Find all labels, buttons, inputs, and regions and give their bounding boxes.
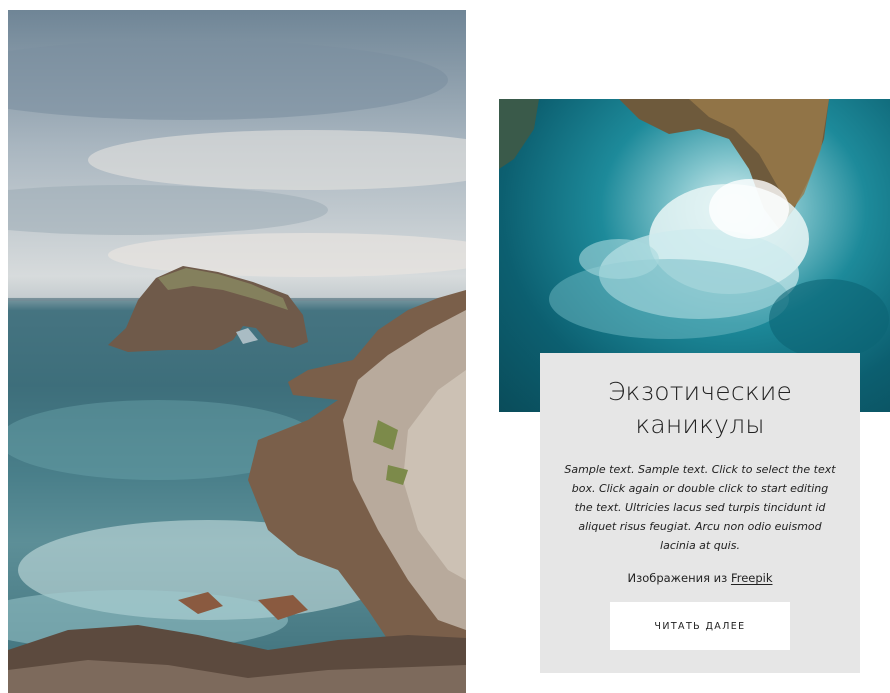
text-card: Экзотические каникулы Sample text. Sampl… [540,353,860,673]
freepik-link[interactable]: Freepik [731,571,773,585]
credits-prefix: Изображения из [627,571,731,585]
coastal-rock-arch-image [8,10,466,693]
page: Экзотические каникулы Sample text. Sampl… [0,0,890,693]
image-credits: Изображения из Freepik [560,571,840,585]
card-title-line1: Экзотические [607,377,793,406]
card-title: Экзотические каникулы [560,375,840,441]
card-body-text: Sample text. Sample text. Click to selec… [564,463,836,552]
card-title-line2: каникулы [635,410,765,439]
read-more-button[interactable]: ЧИТАТЬ ДАЛЕЕ [610,602,790,650]
